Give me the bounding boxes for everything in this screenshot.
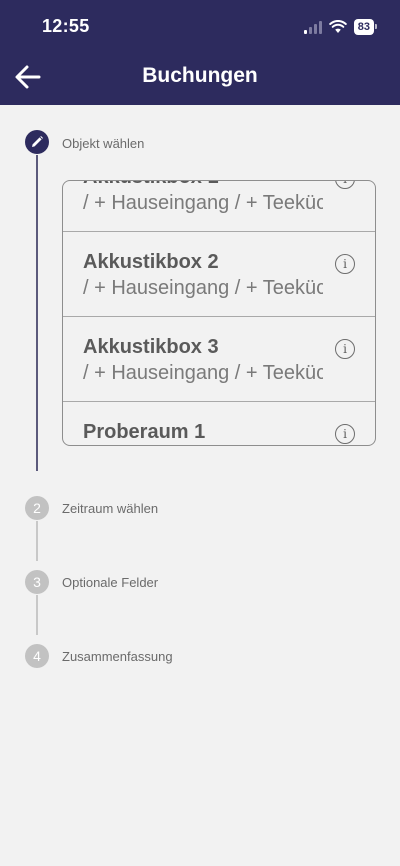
- object-location: / + Hauseingang / + Teeküche: [83, 192, 323, 214]
- signal-icon: [303, 20, 322, 34]
- list-item[interactable]: Proberaum 1 i: [63, 402, 375, 445]
- step-2-number[interactable]: 2: [25, 496, 49, 520]
- step-4-label[interactable]: Zusammenfassung: [62, 649, 173, 664]
- wifi-icon: [328, 20, 347, 34]
- object-name: Proberaum 1: [83, 421, 206, 443]
- list-item[interactable]: Akkustikbox 1 / + Hauseingang / + Teeküc…: [63, 181, 375, 232]
- app-header: 12:55 83 Buchungen: [0, 0, 400, 105]
- list-item[interactable]: Akkustikbox 2 / + Hauseingang / + Teeküc…: [63, 232, 375, 317]
- object-list[interactable]: Akkustikbox 1 / + Hauseingang / + Teeküc…: [62, 180, 376, 446]
- info-icon[interactable]: i: [335, 254, 355, 274]
- object-name: Akkustikbox 1: [83, 181, 375, 189]
- step-1-label[interactable]: Objekt wählen: [62, 136, 144, 151]
- object-location: / + Hauseingang / + Teeküche: [83, 362, 323, 384]
- step-3-label[interactable]: Optionale Felder: [62, 575, 158, 590]
- list-item[interactable]: Akkustikbox 3 / + Hauseingang / + Teeküc…: [63, 317, 375, 402]
- status-time: 12:55: [42, 16, 90, 36]
- battery-icon: 83: [353, 19, 378, 35]
- step-1-pencil-icon[interactable]: [25, 130, 49, 154]
- info-icon[interactable]: i: [335, 339, 355, 359]
- step-2-label[interactable]: Zeitraum wählen: [62, 501, 158, 516]
- object-location: / + Hauseingang / + Teeküche: [83, 277, 323, 299]
- step-4-number[interactable]: 4: [25, 644, 49, 668]
- status-icons: 83: [303, 17, 378, 37]
- object-name: Akkustikbox 2: [83, 251, 219, 273]
- page-title: Buchungen: [142, 64, 258, 87]
- object-name: Akkustikbox 3: [83, 336, 219, 358]
- step-connector-active: [36, 155, 38, 471]
- step-connector: [36, 521, 38, 561]
- info-icon[interactable]: i: [335, 424, 355, 444]
- step-3-number[interactable]: 3: [25, 570, 49, 594]
- step-connector: [36, 595, 38, 635]
